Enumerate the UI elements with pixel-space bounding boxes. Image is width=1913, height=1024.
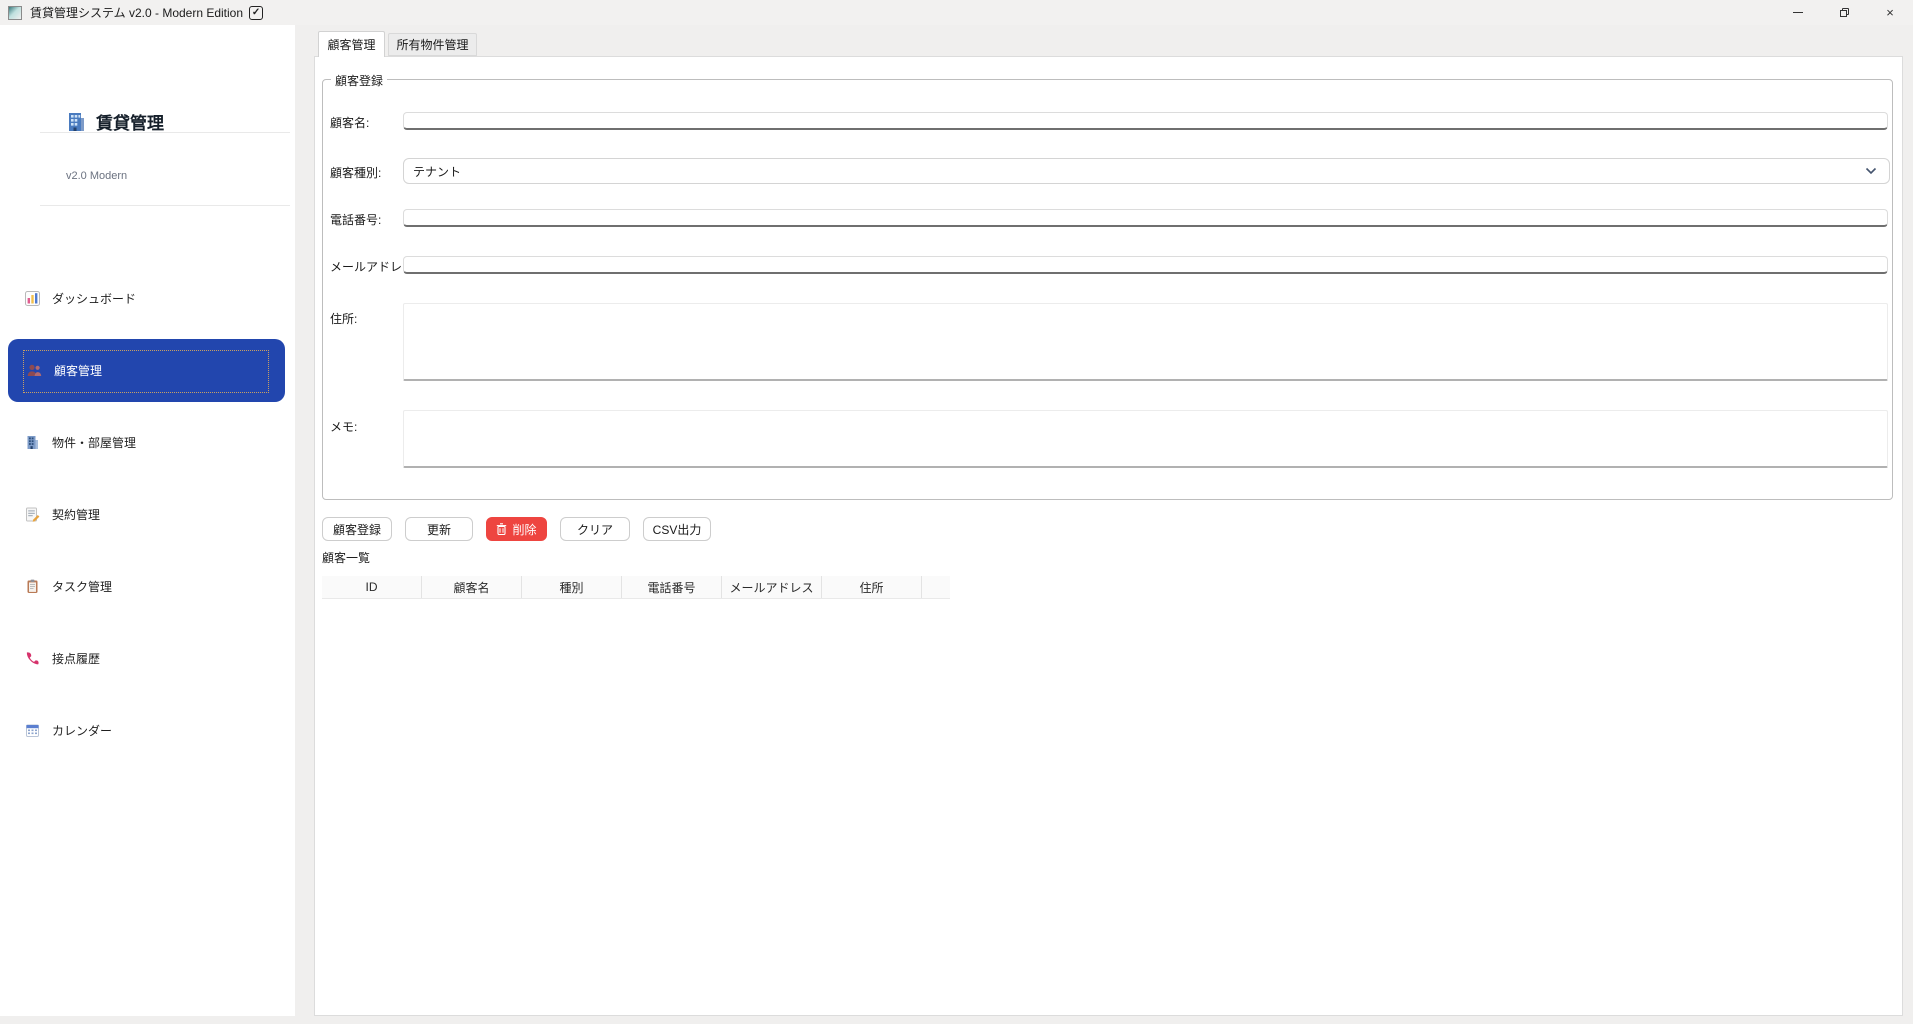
maximize-button[interactable] [1821,0,1867,25]
address-textarea[interactable] [403,303,1888,381]
customer-table-body[interactable] [322,599,1893,1009]
customer-list-title: 顧客一覧 [322,549,370,566]
column-header-address[interactable]: 住所 [822,576,922,598]
tab-customer-management[interactable]: 顧客管理 [318,31,385,57]
customers-icon [27,363,42,378]
title-bar: 賃貸管理システム v2.0 - Modern Edition ✓ × [0,0,1913,25]
sidebar-menu: ダッシュボード 顧客管理 [0,267,295,762]
close-icon: × [1886,6,1894,19]
column-header-phone[interactable]: 電話番号 [622,576,722,598]
sidebar-item-customers[interactable]: 顧客管理 [8,339,285,402]
email-input[interactable] [403,256,1888,274]
customer-name-label: 顧客名: [330,114,369,131]
property-icon [25,435,40,450]
combobox-value: テナント [404,163,461,180]
tab-owned-properties[interactable]: 所有物件管理 [388,33,477,56]
customer-table-header: ID 顧客名 種別 電話番号 メールアドレス 住所 [322,576,950,599]
contact-history-icon [25,651,40,666]
close-button[interactable]: × [1867,0,1913,25]
dashboard-icon [25,291,40,306]
register-customer-button[interactable]: 顧客登録 [322,517,392,541]
version-label: v2.0 Modern [66,170,127,182]
customer-name-input[interactable] [403,112,1888,130]
action-buttons: 顧客登録 更新 削除 クリア CSV出力 [322,517,711,541]
csv-export-button[interactable]: CSV出力 [643,517,711,541]
sidebar-item-label: 顧客管理 [54,362,102,379]
phone-input[interactable] [403,209,1888,227]
sidebar-item-label: タスク管理 [52,578,112,595]
window-controls: × [1775,0,1913,25]
sidebar-item-dashboard[interactable]: ダッシュボード [0,267,295,330]
memo-textarea[interactable] [403,410,1888,468]
minimize-button[interactable] [1775,0,1821,25]
sidebar-item-label: ダッシュボード [52,290,136,307]
title-checkbox-icon: ✓ [249,6,263,20]
delete-button-label: 削除 [512,521,536,538]
logo: 賃貸管理 [66,109,164,134]
sidebar-item-label: 接点履歴 [52,650,100,667]
sidebar-item-contracts[interactable]: 契約管理 [0,483,295,546]
sidebar-divider [40,205,290,206]
logo-text: 賃貸管理 [96,109,164,134]
update-button[interactable]: 更新 [405,517,473,541]
group-title: 顧客登録 [331,72,387,89]
sidebar-item-label: カレンダー [52,722,112,739]
column-header-type[interactable]: 種別 [522,576,622,598]
column-header-filler [922,576,950,598]
sidebar: 賃貸管理 v2.0 Modern ダッシュボード [0,25,295,1016]
window-title: 賃貸管理システム v2.0 - Modern Edition [30,4,243,21]
address-label: 住所: [330,310,357,327]
sidebar-item-label: 契約管理 [52,506,100,523]
column-header-name[interactable]: 顧客名 [422,576,522,598]
phone-label: 電話番号: [330,211,381,228]
column-header-email[interactable]: メールアドレス [722,576,822,598]
sidebar-divider [40,132,290,133]
logo-building-icon [66,112,86,132]
contract-icon [25,507,40,522]
sidebar-item-calendar[interactable]: カレンダー [0,699,295,762]
trash-icon [496,523,507,535]
task-icon [25,579,40,594]
column-header-id[interactable]: ID [322,576,422,598]
app-window: 賃貸管理システム v2.0 - Modern Edition ✓ × [0,0,1913,1024]
chevron-down-icon [1865,167,1877,175]
memo-label: メモ: [330,418,357,435]
minimize-icon [1793,12,1803,13]
maximize-icon [1840,8,1849,17]
sidebar-item-properties[interactable]: 物件・部屋管理 [0,411,295,474]
sidebar-item-tasks[interactable]: タスク管理 [0,555,295,618]
clear-button[interactable]: クリア [560,517,630,541]
calendar-icon [25,723,40,738]
app-icon [8,6,22,20]
delete-button[interactable]: 削除 [486,517,547,541]
sidebar-item-label: 物件・部屋管理 [52,434,136,451]
customer-type-combobox[interactable]: テナント [403,158,1890,184]
customer-type-label: 顧客種別: [330,164,381,181]
sidebar-item-contact-history[interactable]: 接点履歴 [0,627,295,690]
